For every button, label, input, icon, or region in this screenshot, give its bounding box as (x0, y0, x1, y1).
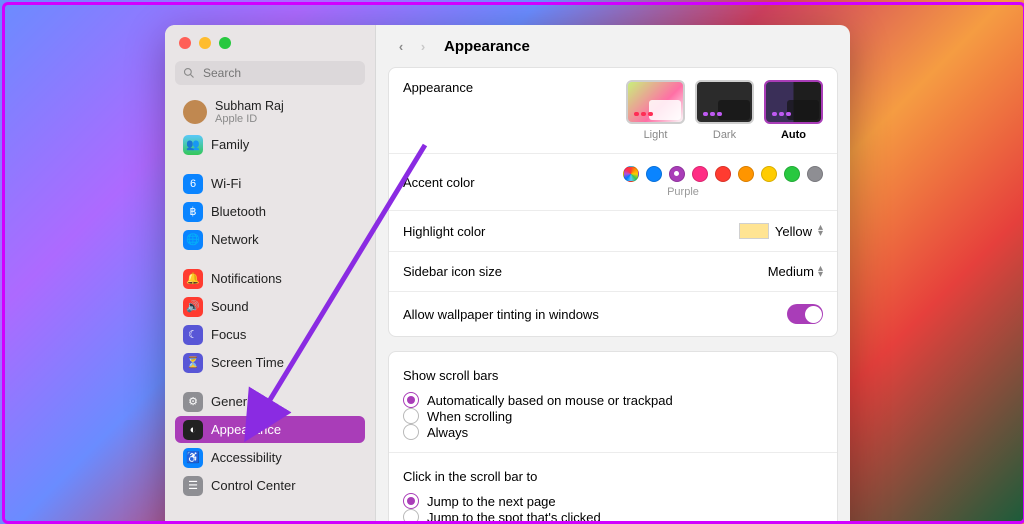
screentime-icon: ⏳ (183, 353, 203, 373)
theme-option-light[interactable]: Light (626, 80, 685, 141)
scrollbars-option-auto[interactable]: Automatically based on mouse or trackpad (403, 392, 823, 408)
sidebar-item-sound[interactable]: 🔊 Sound (175, 293, 365, 320)
sidebar-item-label: Focus (211, 327, 246, 342)
appearance-label: Appearance (403, 80, 473, 95)
search-field[interactable] (175, 61, 365, 85)
accent-swatch[interactable] (669, 166, 685, 182)
sidebar-item-label: Wi-Fi (211, 176, 241, 191)
sidebar-icon-size-label: Sidebar icon size (403, 264, 502, 279)
theme-label: Dark (713, 129, 736, 141)
accent-label: Accent color (403, 175, 475, 190)
accent-swatch[interactable] (761, 166, 777, 182)
scrollbars-label: Show scroll bars (403, 368, 823, 383)
back-button[interactable]: ‹ (390, 35, 412, 57)
accent-swatch[interactable] (623, 166, 639, 182)
accent-swatch[interactable] (646, 166, 662, 182)
highlight-label: Highlight color (403, 224, 485, 239)
system-settings-window: Subham Raj Apple ID 👥 Family ὏6 Wi-Fi ฿ Blu… (165, 25, 850, 524)
sidebar-item-label: Family (211, 137, 249, 152)
appearance-icon: ◐ (183, 420, 203, 440)
theme-label: Auto (781, 129, 806, 141)
radio-icon (403, 392, 419, 408)
scrollbars-option-scrolling[interactable]: When scrolling (403, 408, 823, 424)
sidebar-item-controlcenter[interactable]: ☰ Control Center (175, 472, 365, 499)
sidebar-item-label: General (211, 394, 257, 409)
sidebar-item-general[interactable]: ⚙ General (175, 388, 365, 415)
titlebar: ‹ › Appearance (376, 25, 850, 67)
scrollbars-option-always[interactable]: Always (403, 424, 823, 440)
sidebar-item-accessibility[interactable]: ♿ Accessibility (175, 444, 365, 471)
sound-icon: 🔊 (183, 297, 203, 317)
sidebar: Subham Raj Apple ID 👥 Family ὏6 Wi-Fi ฿ Blu… (165, 25, 376, 524)
tinting-label: Allow wallpaper tinting in windows (403, 307, 599, 322)
tinting-toggle[interactable] (787, 304, 823, 324)
sidebar-item-label: Network (211, 232, 259, 247)
controlcenter-icon: ☰ (183, 476, 203, 496)
sidebar-icon-size-value: Medium (768, 264, 814, 279)
minimize-icon[interactable] (199, 37, 211, 49)
radio-label: Automatically based on mouse or trackpad (427, 393, 673, 408)
forward-button[interactable]: › (412, 35, 434, 57)
theme-option-dark[interactable]: Dark (695, 80, 754, 141)
accent-swatch[interactable] (807, 166, 823, 182)
sidebar-item-apple-id[interactable]: Subham Raj Apple ID (175, 94, 365, 130)
avatar (183, 100, 207, 124)
sidebar-item-label: Notifications (211, 271, 282, 286)
zoom-icon[interactable] (219, 37, 231, 49)
theme-label: Light (644, 129, 668, 141)
sidebar-item-label: Accessibility (211, 450, 282, 465)
sidebar-item-family[interactable]: 👥 Family (175, 131, 365, 158)
sidebar-item-screentime[interactable]: ⏳ Screen Time (175, 349, 365, 376)
highlight-swatch-icon (739, 223, 769, 239)
accent-swatch[interactable] (692, 166, 708, 182)
notifications-icon: 🔔 (183, 269, 203, 289)
accent-selected-name: Purple (667, 186, 699, 198)
theme-option-auto[interactable]: Auto (764, 80, 823, 141)
radio-label: Jump to the next page (427, 494, 556, 509)
focus-icon: ☾ (183, 325, 203, 345)
highlight-value: Yellow (775, 224, 812, 239)
network-icon: 🌐 (183, 230, 203, 250)
stepper-icon: ▴▾ (818, 225, 823, 237)
user-name: Subham Raj (215, 99, 284, 113)
sidebar-item-appearance[interactable]: ◐ Appearance (175, 416, 365, 443)
accessibility-icon: ♿ (183, 448, 203, 468)
accent-swatch[interactable] (715, 166, 731, 182)
clickbar-label: Click in the scroll bar to (403, 469, 823, 484)
sidebar-item-label: Appearance (211, 422, 281, 437)
sidebar-item-bluetooth[interactable]: ฿ Bluetooth (175, 198, 365, 225)
sidebar-item-label: Screen Time (211, 355, 284, 370)
general-icon: ⚙ (183, 392, 203, 412)
search-input[interactable] (201, 65, 345, 81)
sidebar-item-wifi[interactable]: ὏6 Wi-Fi (175, 170, 365, 197)
sidebar-item-network[interactable]: 🌐 Network (175, 226, 365, 253)
radio-label: When scrolling (427, 409, 512, 424)
wifi-icon: ὏6 (183, 174, 203, 194)
family-icon: 👥 (183, 135, 203, 155)
sidebar-item-label: Bluetooth (211, 204, 266, 219)
radio-icon (403, 424, 419, 440)
stepper-icon: ▴▾ (818, 266, 823, 278)
search-icon (183, 67, 195, 79)
page-title: Appearance (444, 38, 530, 55)
highlight-select[interactable]: Yellow ▴▾ (739, 223, 823, 239)
sidebar-item-notifications[interactable]: 🔔 Notifications (175, 265, 365, 292)
close-icon[interactable] (179, 37, 191, 49)
radio-icon (403, 493, 419, 509)
clickbar-option-next[interactable]: Jump to the next page (403, 493, 823, 509)
accent-swatch[interactable] (738, 166, 754, 182)
radio-label: Always (427, 425, 468, 440)
user-sub: Apple ID (215, 113, 284, 125)
radio-icon (403, 408, 419, 424)
sidebar-item-label: Sound (211, 299, 249, 314)
sidebar-item-focus[interactable]: ☾ Focus (175, 321, 365, 348)
sidebar-icon-size-select[interactable]: Medium ▴▾ (768, 264, 823, 279)
accent-swatch[interactable] (784, 166, 800, 182)
bluetooth-icon: ฿ (183, 202, 203, 222)
sidebar-item-label: Control Center (211, 478, 296, 493)
